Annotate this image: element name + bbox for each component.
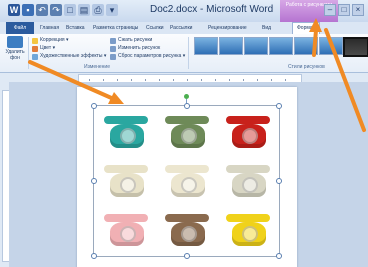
- phone-dial: [242, 177, 258, 193]
- tab-format[interactable]: Формат: [292, 22, 320, 34]
- corrections-label: Коррекция: [40, 37, 65, 43]
- window-controls: – □ ×: [324, 4, 364, 16]
- close-button[interactable]: ×: [352, 4, 364, 16]
- document-page[interactable]: [77, 87, 297, 267]
- telephone-photo: [220, 110, 278, 156]
- phone-dial: [120, 226, 136, 242]
- picture-style-thumb[interactable]: [219, 37, 243, 55]
- window-title: Doc2.docx - Microsoft Word: [150, 4, 274, 15]
- phone-dial: [120, 128, 136, 144]
- picture-style-thumb[interactable]: [244, 37, 268, 55]
- phone-receiver: [165, 116, 209, 124]
- phone-receiver: [104, 116, 148, 124]
- open-icon[interactable]: ▤: [78, 4, 90, 16]
- corrections-button[interactable]: Коррекция ▾: [32, 37, 69, 44]
- phone-receiver: [226, 165, 270, 173]
- compress-label: Сжать рисунки: [118, 37, 153, 43]
- telephone-photo: [159, 208, 217, 254]
- artistic-effects-icon: [32, 53, 38, 60]
- phone-dial: [242, 226, 258, 242]
- new-document-icon[interactable]: □: [64, 4, 76, 16]
- telephone-photo: [98, 208, 156, 254]
- print-preview-icon[interactable]: ⎙: [92, 4, 104, 16]
- remove-background-label: Удалить фон: [5, 49, 25, 61]
- tab-review[interactable]: Рецензирование: [208, 23, 247, 33]
- telephone-photo: [159, 110, 217, 156]
- reset-picture-icon: [110, 53, 116, 60]
- telephone-photo: [98, 110, 156, 156]
- color-label: Цвет: [40, 45, 52, 51]
- phone-dial: [242, 128, 258, 144]
- artistic-effects-button[interactable]: Художественные эффекты ▾: [32, 53, 106, 60]
- phone-receiver: [165, 214, 209, 222]
- picture-style-thumb-selected[interactable]: [343, 37, 368, 57]
- resize-handle[interactable]: [184, 103, 190, 109]
- picture-style-thumb[interactable]: [294, 37, 318, 55]
- ribbon-separator: [188, 37, 189, 69]
- compress-pictures-button[interactable]: Сжать рисунки: [110, 37, 152, 44]
- remove-background-button[interactable]: Удалить фон: [4, 36, 26, 68]
- undo-icon[interactable]: ↶: [36, 4, 48, 16]
- horizontal-ruler[interactable]: [0, 73, 368, 83]
- word-logo-icon[interactable]: W: [8, 4, 20, 16]
- redo-icon[interactable]: ↷: [50, 4, 62, 16]
- telephone-photo: [220, 208, 278, 254]
- picture-style-thumb[interactable]: [194, 37, 218, 55]
- phone-receiver: [165, 165, 209, 173]
- picture-style-thumb[interactable]: [319, 37, 343, 55]
- resize-handle[interactable]: [91, 178, 97, 184]
- ribbon-tabs: Файл Главная Вставка Разметка страницы С…: [0, 22, 368, 34]
- ribbon-separator: [28, 37, 29, 69]
- phone-receiver: [104, 214, 148, 222]
- change-picture-label: Изменить рисунок: [118, 45, 161, 51]
- tab-insert[interactable]: Вставка: [66, 23, 85, 33]
- telephone-photo: [220, 159, 278, 205]
- phone-dial: [181, 226, 197, 242]
- tab-mailings[interactable]: Рассылки: [170, 23, 192, 33]
- rotate-handle[interactable]: [184, 94, 189, 99]
- compress-icon: [110, 37, 116, 44]
- corrections-icon: [32, 37, 38, 44]
- vertical-ruler[interactable]: [0, 82, 10, 267]
- phone-dial: [120, 177, 136, 193]
- telephone-photo: [159, 159, 217, 205]
- tab-references[interactable]: Ссылки: [146, 23, 164, 33]
- resize-handle[interactable]: [91, 103, 97, 109]
- change-picture-icon: [110, 45, 116, 52]
- selected-picture[interactable]: [91, 94, 282, 259]
- resize-handle[interactable]: [91, 253, 97, 259]
- telephone-photo: [98, 159, 156, 205]
- customize-toolbar-icon[interactable]: ▾: [106, 4, 118, 16]
- adjust-group-label: Изменение: [84, 64, 110, 70]
- phone-receiver: [226, 214, 270, 222]
- picture-styles-group-label: Стили рисунков: [288, 64, 325, 70]
- phone-dial: [181, 128, 197, 144]
- change-picture-button[interactable]: Изменить рисунок: [110, 45, 160, 52]
- document-area[interactable]: [9, 82, 368, 267]
- tab-view[interactable]: Вид: [262, 23, 271, 33]
- phone-receiver: [226, 116, 270, 124]
- tab-file[interactable]: Файл: [6, 22, 34, 34]
- save-icon[interactable]: ▪: [22, 4, 34, 16]
- ribbon: Удалить фон Коррекция ▾ Цвет ▾ Художеств…: [0, 34, 368, 73]
- resize-handle[interactable]: [276, 103, 282, 109]
- color-icon: [32, 45, 38, 52]
- phone-dial: [181, 177, 197, 193]
- word-window: W ▪ ↶ ↷ □ ▤ ⎙ ▾ Doc2.docx - Microsoft Wo…: [0, 0, 368, 267]
- reset-picture-label: Сброс параметров рисунка: [118, 53, 182, 59]
- color-button[interactable]: Цвет ▾: [32, 45, 55, 52]
- remove-background-icon: [7, 36, 23, 48]
- artistic-effects-label: Художественные эффекты: [40, 53, 103, 59]
- tab-home[interactable]: Главная: [40, 23, 59, 33]
- reset-picture-button[interactable]: Сброс параметров рисунка ▾: [110, 53, 185, 60]
- quick-access-toolbar: W ▪ ↶ ↷ □ ▤ ⎙ ▾: [8, 4, 118, 17]
- tab-page-layout[interactable]: Разметка страницы: [93, 23, 138, 33]
- picture-style-thumb[interactable]: [269, 37, 293, 55]
- maximize-button[interactable]: □: [338, 4, 350, 16]
- minimize-button[interactable]: –: [324, 4, 336, 16]
- title-bar: W ▪ ↶ ↷ □ ▤ ⎙ ▾ Doc2.docx - Microsoft Wo…: [0, 0, 368, 22]
- phone-receiver: [104, 165, 148, 173]
